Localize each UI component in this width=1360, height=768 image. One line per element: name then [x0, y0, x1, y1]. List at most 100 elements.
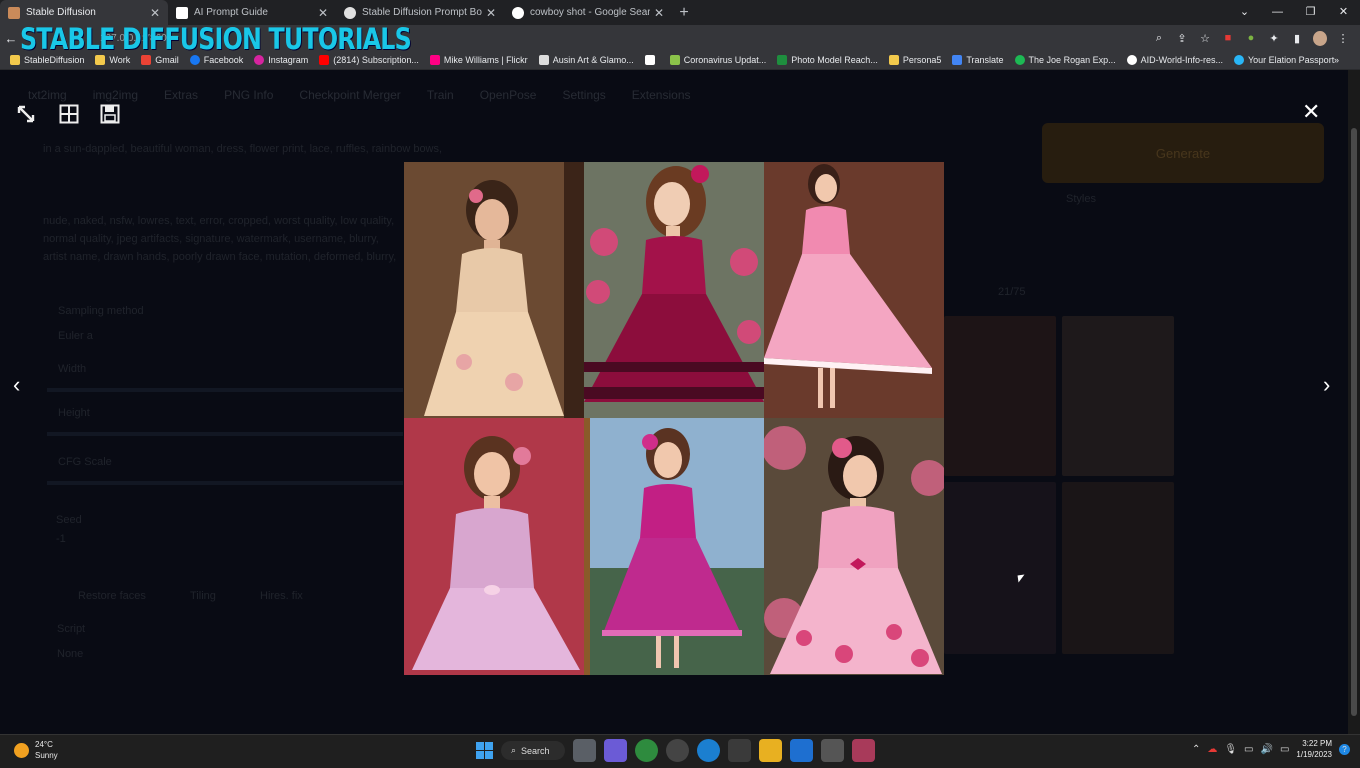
new-tab-button[interactable]: +: [672, 0, 696, 25]
clock-time: 3:22 PM: [1302, 739, 1332, 748]
clock[interactable]: 3:22 PM 1/19/2023: [1296, 738, 1332, 760]
extensions-puzzle-icon[interactable]: ✦: [1267, 32, 1281, 45]
page-scrollbar[interactable]: [1348, 70, 1360, 734]
bookmark-item[interactable]: StableDiffusion: [10, 55, 84, 65]
tab-close-icon[interactable]: ✕: [150, 6, 160, 20]
search-label: Search: [521, 745, 550, 756]
facebook-icon: [189, 55, 200, 65]
onedrive-icon[interactable]: ☁: [1207, 744, 1217, 755]
previous-image-icon[interactable]: ‹: [13, 372, 20, 398]
bookmark-item[interactable]: Coronavirus Updat...: [669, 55, 766, 65]
chevron-up-icon[interactable]: ⌃: [1192, 744, 1200, 755]
tab-favicon-icon: [8, 6, 20, 19]
bookmark-item[interactable]: Photo Model Reach...: [777, 55, 878, 65]
task-view-icon[interactable]: [573, 739, 596, 762]
webui-page: txt2img img2img Extras PNG Info Checkpoi…: [0, 70, 1360, 734]
battery-icon[interactable]: ▭: [1280, 744, 1289, 755]
taskbar-search-button[interactable]: ⌕ Search: [501, 741, 565, 760]
edge-icon[interactable]: [697, 739, 720, 762]
window-controls: ⌄ — ❐ ✕: [1228, 0, 1360, 25]
instagram-icon: [254, 55, 265, 65]
translate-icon: [952, 55, 963, 65]
bookmark-item[interactable]: Translate: [952, 55, 1004, 65]
bookmark-item[interactable]: Work: [95, 55, 130, 65]
sun-icon: [14, 742, 29, 758]
folder-icon: [10, 55, 20, 65]
store-icon[interactable]: [728, 739, 751, 762]
menu-icon[interactable]: ⋮: [1336, 32, 1350, 45]
page-icon: [538, 55, 549, 65]
browser-tab[interactable]: cowboy shot - Google Search ✕: [504, 0, 672, 25]
minimize-icon[interactable]: —: [1261, 0, 1294, 25]
tab-search-icon[interactable]: ⌄: [1228, 0, 1261, 25]
bookmark-item[interactable]: AID-World-Info-res...: [1126, 55, 1223, 65]
tab-close-icon[interactable]: ✕: [318, 6, 328, 20]
bookmarks-more-icon[interactable]: »: [1334, 55, 1339, 65]
tab-close-icon[interactable]: ✕: [654, 6, 664, 20]
close-window-icon[interactable]: ✕: [1327, 0, 1360, 25]
gmail-icon: [141, 55, 152, 65]
taskbar-apps: ⌕ Search: [476, 739, 875, 762]
calculator-icon[interactable]: [852, 739, 875, 762]
clock-date: 1/19/2023: [1296, 750, 1332, 759]
tab-title: Stable Diffusion: [26, 7, 96, 18]
tab-close-icon[interactable]: ✕: [486, 6, 496, 20]
star-icon[interactable]: ☆: [1198, 32, 1212, 45]
side-panel-icon[interactable]: ▮: [1290, 32, 1304, 45]
fullscreen-toggle-icon[interactable]: [14, 102, 38, 126]
windows-start-icon[interactable]: [476, 742, 493, 759]
tab-title: AI Prompt Guide: [194, 7, 268, 18]
tab-favicon-icon: [176, 6, 188, 19]
generated-image: [404, 162, 584, 418]
bookmark-item[interactable]: Mike Williams | Flickr: [429, 55, 528, 65]
sheets-icon: [777, 55, 788, 65]
settings-icon[interactable]: [821, 739, 844, 762]
display-icon[interactable]: ▭: [1244, 744, 1253, 755]
windows-taskbar: 24°C Sunny ⌕ Search ⌃ ☁ 🎙 ▭ 🔊 ▭ 3:22 PM 1…: [0, 734, 1360, 768]
restore-icon[interactable]: ❐: [1294, 0, 1327, 25]
bookmarks-bar: StableDiffusion Work Gmail Facebook Inst…: [0, 51, 1360, 70]
share-icon[interactable]: ⇪: [1175, 32, 1189, 45]
passport-icon: [1233, 55, 1244, 65]
lightbox-close-icon[interactable]: ✕: [1302, 101, 1320, 123]
bookmark-item[interactable]: Your Elation Passport: [1233, 55, 1334, 65]
save-icon[interactable]: [98, 102, 122, 126]
bookmark-item[interactable]: Ausin Art & Glamo...: [538, 55, 634, 65]
help-icon[interactable]: ?: [1339, 743, 1350, 755]
generated-image: [404, 418, 584, 675]
search-icon: ⌕: [511, 745, 517, 755]
chrome-icon[interactable]: [635, 739, 658, 762]
system-tray: ⌃ ☁ 🎙 ▭ 🔊 ▭ 3:22 PM 1/19/2023 ?: [1192, 738, 1350, 760]
back-icon[interactable]: ←: [0, 31, 22, 46]
folder-icon: [888, 55, 899, 65]
profile-avatar[interactable]: [1313, 30, 1327, 46]
app-icon[interactable]: [666, 739, 689, 762]
github-icon: [1126, 55, 1137, 65]
generated-image: [764, 418, 944, 675]
medium-icon: [644, 55, 655, 65]
bookmark-item[interactable]: Gmail: [141, 55, 179, 65]
bookmark-item[interactable]: Facebook: [189, 55, 243, 65]
microphone-icon[interactable]: 🎙: [1224, 744, 1237, 755]
spotify-icon: [1014, 55, 1025, 65]
generated-image-grid[interactable]: [404, 162, 944, 675]
mail-icon[interactable]: [790, 739, 813, 762]
tab-title: cowboy shot - Google Search: [530, 7, 650, 18]
file-explorer-icon[interactable]: [759, 739, 782, 762]
scrollbar-thumb[interactable]: [1351, 128, 1357, 716]
bookmark-item[interactable]: Persona5: [888, 55, 941, 65]
weather-condition: Sunny: [35, 751, 58, 760]
bookmark-item[interactable]: [644, 55, 659, 65]
bookmark-item[interactable]: Instagram: [254, 55, 308, 65]
bookmark-item[interactable]: (2814) Subscription...: [319, 55, 419, 65]
youtube-icon: [319, 55, 330, 65]
next-image-icon[interactable]: ›: [1323, 372, 1330, 398]
volume-icon[interactable]: 🔊: [1261, 744, 1273, 755]
weather-widget[interactable]: 24°C Sunny: [14, 739, 58, 761]
grid-view-icon[interactable]: [57, 102, 81, 126]
zoom-icon[interactable]: ⌕: [1152, 32, 1166, 45]
teams-icon[interactable]: [604, 739, 627, 762]
bookmark-item[interactable]: The Joe Rogan Exp...: [1014, 55, 1116, 65]
extension-red-icon[interactable]: ■: [1221, 32, 1235, 44]
extension-green-icon[interactable]: ●: [1244, 32, 1258, 44]
